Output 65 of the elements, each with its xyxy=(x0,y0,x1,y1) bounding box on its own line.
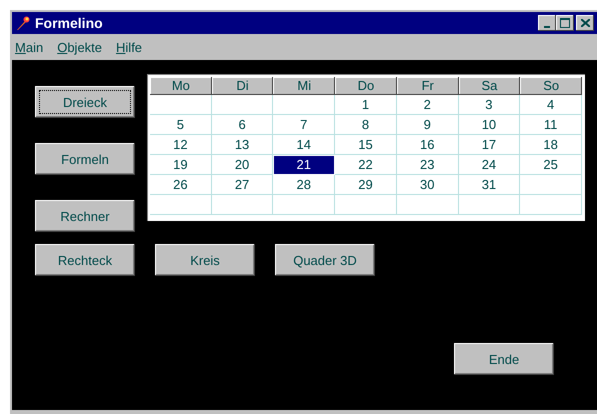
day-cell[interactable]: 12 xyxy=(150,135,212,155)
empty-day-cell xyxy=(520,175,582,195)
minimize-button[interactable] xyxy=(538,15,556,31)
empty-day-cell xyxy=(212,95,274,115)
shape-button[interactable]: Rechner xyxy=(35,200,135,232)
close-button[interactable] xyxy=(576,15,594,31)
day-cell[interactable]: 25 xyxy=(520,155,582,175)
empty-day-cell xyxy=(458,195,520,215)
day-cell[interactable]: 15 xyxy=(335,135,397,155)
empty-day-cell xyxy=(150,195,212,215)
weekday-header: Mi xyxy=(273,77,336,95)
day-cell[interactable]: 11 xyxy=(520,115,582,135)
day-cell[interactable]: 4 xyxy=(520,95,582,115)
empty-day-cell xyxy=(150,95,212,115)
exit-button[interactable]: Ende xyxy=(454,343,554,375)
weekday-header: Do xyxy=(335,77,397,95)
weekday-header: So xyxy=(520,77,582,95)
day-cell[interactable]: 22 xyxy=(335,155,397,175)
day-cell[interactable]: 23 xyxy=(396,155,459,175)
torch-icon xyxy=(15,15,31,31)
day-cell[interactable]: 30 xyxy=(396,175,459,195)
empty-day-cell xyxy=(520,195,582,215)
day-cell[interactable]: 28 xyxy=(273,175,336,195)
day-cell[interactable]: 16 xyxy=(396,135,459,155)
empty-day-cell xyxy=(273,195,336,215)
day-cell[interactable]: 27 xyxy=(212,175,274,195)
weekday-header: Di xyxy=(212,77,274,95)
day-cell[interactable]: 2 xyxy=(396,95,459,115)
empty-day-cell xyxy=(212,195,274,215)
empty-day-cell xyxy=(273,95,336,115)
day-cell[interactable]: 6 xyxy=(212,115,274,135)
day-cell[interactable]: 31 xyxy=(458,175,520,195)
minimize-icon xyxy=(544,26,550,28)
shape-button[interactable]: Kreis xyxy=(155,244,255,276)
day-cell[interactable]: 9 xyxy=(396,115,459,135)
day-cell[interactable]: 26 xyxy=(150,175,212,195)
shape-button[interactable]: Formeln xyxy=(35,143,135,175)
day-cell[interactable]: 13 xyxy=(212,135,274,155)
maximize-icon xyxy=(560,18,570,28)
shape-button[interactable]: Rechteck xyxy=(35,244,135,276)
day-cell[interactable]: 1 xyxy=(335,95,397,115)
close-icon xyxy=(580,19,590,27)
menu-item[interactable]: Objekte xyxy=(57,40,102,54)
selected-day-cell[interactable]: 21 xyxy=(273,155,336,175)
window-title: Formelino xyxy=(35,15,104,31)
day-cell[interactable]: 8 xyxy=(335,115,397,135)
day-cell[interactable]: 17 xyxy=(458,135,520,155)
weekday-header: Mo xyxy=(150,77,212,95)
maximize-button[interactable] xyxy=(556,15,574,31)
day-cell[interactable]: 7 xyxy=(273,115,336,135)
day-cell[interactable]: 29 xyxy=(335,175,397,195)
day-cell[interactable]: 3 xyxy=(458,95,520,115)
day-cell[interactable]: 18 xyxy=(520,135,582,155)
day-cell[interactable]: 10 xyxy=(458,115,520,135)
weekday-header: Fr xyxy=(396,77,459,95)
shape-button[interactable]: Dreieck xyxy=(35,86,135,118)
day-cell[interactable]: 5 xyxy=(150,115,212,135)
day-cell[interactable]: 19 xyxy=(150,155,212,175)
menu-item[interactable]: Main xyxy=(15,40,44,54)
menu-item[interactable]: Hilfe xyxy=(116,40,142,54)
day-cell[interactable]: 24 xyxy=(458,155,520,175)
empty-day-cell xyxy=(396,195,459,215)
empty-day-cell xyxy=(335,195,397,215)
shape-button[interactable]: Quader 3D xyxy=(275,244,375,276)
weekday-header: Sa xyxy=(458,77,520,95)
